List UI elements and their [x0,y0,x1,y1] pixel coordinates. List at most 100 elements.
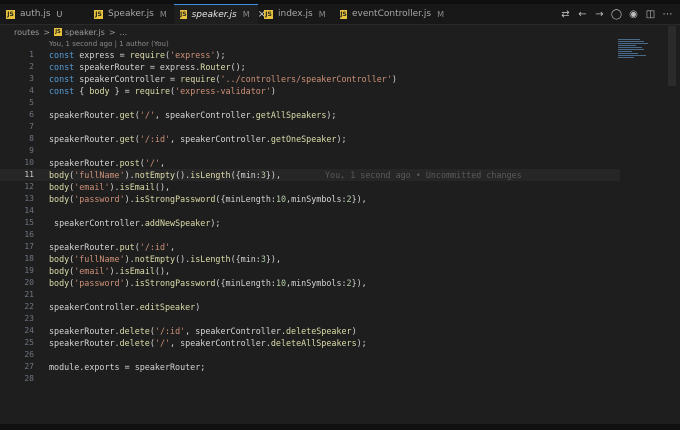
code-line: 17 speakerRouter.put('/:id', [0,241,620,253]
code-line: 10 speakerRouter.post('/', [0,157,620,169]
code-line: 5 [0,97,620,109]
editor-tab-bar: JS auth.js U JS Speaker.js M JS speaker.… [0,4,680,25]
line-code: body('email').isEmail(), [49,266,171,276]
breadcrumb-folder[interactable]: routes [14,28,39,37]
vertical-scrollbar[interactable] [668,26,676,86]
line-number: 4 [29,86,34,95]
tab-status: M [159,9,167,19]
tab-auth-js[interactable]: JS auth.js U [0,4,88,24]
code-line: 25 speakerRouter.delete('/', speakerContr… [0,337,620,349]
code-line: 21 [0,289,620,301]
breadcrumb-more[interactable]: ... [120,28,128,37]
tab-event-controller[interactable]: JS eventController.js M [334,4,444,24]
code-line: 8 speakerRouter.get('/:id', speakerContro… [0,133,620,145]
line-code: body('password').isStrongPassword({minLe… [49,278,367,288]
more-icon[interactable]: ⋯ [661,9,674,20]
compare-icon[interactable]: ⇄ [559,9,572,20]
tab-status: U [56,9,63,19]
minimap[interactable] [618,39,652,71]
code-line-current: 11 body('fullName').notEmpty().isLength({… [0,169,620,181]
line-number: 13 [24,194,34,203]
tab-speaker-route[interactable]: JS speaker.js M × [174,4,266,24]
code-line: 2 const speakerRouter = express.Router(); [0,61,620,73]
minimap-line [618,49,644,50]
minimap-line [618,39,640,40]
line-number: 9 [29,146,34,155]
minimap-line [618,53,638,54]
js-file-icon: JS [264,9,273,19]
breadcrumb-separator: > [43,27,51,37]
line-number: 27 [24,362,34,371]
line-code: speakerRouter.delete('/', speakerControl… [49,338,367,348]
breadcrumb-separator: > [108,27,116,37]
codelens-blame[interactable]: You, 1 second ago | 1 author (You) [49,40,169,48]
circle-dot-icon[interactable]: ◯ [610,9,623,20]
tab-speaker-model[interactable]: JS Speaker.js M [88,4,174,24]
code-line: 28 [0,373,620,385]
js-file-icon: JS [180,10,187,19]
status-bar [0,424,680,430]
js-file-icon: JS [340,9,347,19]
line-code: const express = require('express'); [49,50,226,60]
line-number: 25 [24,338,34,347]
line-number: 23 [24,314,34,323]
tab-status: M [437,9,444,19]
line-code: speakerController.addNewSpeaker); [49,218,221,228]
line-number: 26 [24,350,34,359]
tab-status: M [318,9,326,19]
github-icon[interactable]: ◉ [627,9,640,20]
line-code: body('fullName').notEmpty().isLength({mi… [49,254,282,264]
tab-label: index.js [278,9,313,19]
tab-status: M [242,10,250,19]
code-line: 7 [0,121,620,133]
code-line: 23 [0,313,620,325]
line-number: 6 [29,110,34,119]
js-file-icon: JS [54,28,63,36]
inline-blame: You, 1 second ago • Uncommitted changes [325,170,522,180]
code-line: 20 body('password').isStrongPassword({min… [0,277,620,289]
minimap-line [618,47,642,48]
code-line: 16 [0,229,620,241]
line-number: 20 [24,278,34,287]
code-line: 12 body('email').isEmail(), [0,181,620,193]
minimap-line [618,55,646,56]
code-line: 18 body('fullName').notEmpty().isLength({… [0,253,620,265]
line-number: 5 [29,98,34,107]
go-forward-icon[interactable]: → [593,9,606,20]
code-line: 19 body('email').isEmail(), [0,265,620,277]
line-number: 19 [24,266,34,275]
code-line: 15 speakerController.addNewSpeaker); [0,217,620,229]
line-number: 1 [29,50,34,59]
line-number: 14 [24,206,34,215]
line-number: 3 [29,74,34,83]
code-line: 1 const express = require('express'); [0,49,620,61]
tab-label: eventController.js [351,9,432,19]
line-number: 28 [24,374,34,383]
tab-label: Speaker.js [108,9,154,19]
line-code: const speakerController = require('../co… [49,74,397,84]
minimap-line [618,43,648,44]
code-line: 6 speakerRouter.get('/', speakerControlle… [0,109,620,121]
code-editor[interactable]: 1 const express = require('express'); 2 co… [0,49,620,399]
code-line: 14 [0,205,620,217]
split-editor-icon[interactable]: ◫ [644,9,657,20]
line-code: speakerRouter.put('/:id', [49,242,176,252]
line-number: 22 [24,302,34,311]
go-back-icon[interactable]: ← [576,9,589,20]
code-line: 13 body('password').isStrongPassword({min… [0,193,620,205]
breadcrumb-file[interactable]: speaker.js [65,28,105,37]
line-number: 18 [24,254,34,263]
tab-index-js[interactable]: JS index.js M [258,4,334,24]
line-code: speakerController.editSpeaker) [49,302,201,312]
line-code: const speakerRouter = express.Router(); [49,62,246,72]
line-code: body('email').isEmail(), [49,182,171,192]
line-code: module.exports = speakerRouter; [49,362,206,372]
code-line: 3 const speakerController = require('../c… [0,73,620,85]
line-number: 16 [24,230,34,239]
line-number: 8 [29,134,34,143]
line-number: 15 [24,218,34,227]
code-line: 4 const { body } = require('express-valid… [0,85,620,97]
js-file-icon: JS [6,9,15,19]
line-code: speakerRouter.get('/', speakerController… [49,110,337,120]
code-line: 27 module.exports = speakerRouter; [0,361,620,373]
